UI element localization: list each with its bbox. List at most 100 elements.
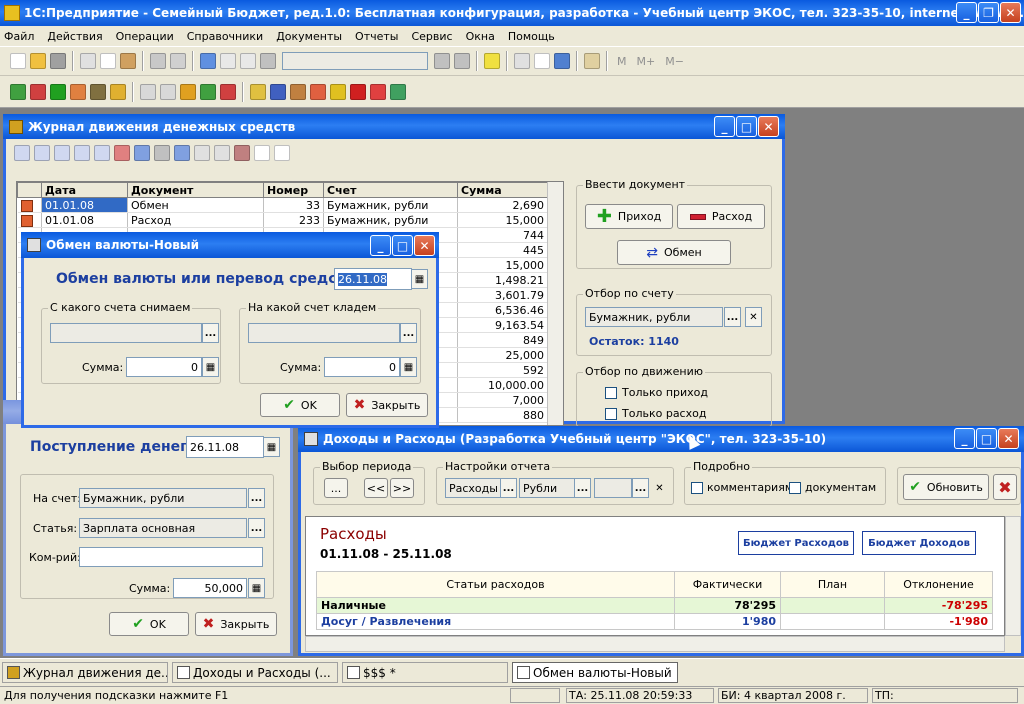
detail-docs-checkbox[interactable]: документам: [789, 481, 876, 494]
exchange-maximize-button[interactable]: □: [392, 235, 413, 256]
text-icon[interactable]: [554, 53, 570, 69]
income-account-field[interactable]: Бумажник, рубли: [79, 488, 247, 508]
grid-icon[interactable]: [310, 83, 326, 100]
income-article-field[interactable]: Зарплата основная: [79, 518, 247, 538]
menu-service[interactable]: Сервис: [411, 30, 452, 43]
menu-windows[interactable]: Окна: [466, 30, 495, 43]
task-report[interactable]: Доходы и Расходы (...: [172, 662, 338, 683]
column-header[interactable]: Номер: [263, 182, 324, 198]
income-button[interactable]: ✚ Приход: [585, 204, 673, 229]
tools-icon[interactable]: [390, 83, 406, 100]
exchange-calendar-button[interactable]: ▦: [411, 269, 428, 289]
journal-vertical-scrollbar[interactable]: [547, 182, 563, 425]
convert-icon[interactable]: [200, 83, 216, 100]
report-account-clear-button[interactable]: ✕: [651, 478, 668, 498]
journal-maximize-button[interactable]: □: [736, 116, 757, 137]
report-currency-select-button[interactable]: ...: [574, 478, 591, 498]
save-icon[interactable]: [50, 53, 66, 69]
find-icon[interactable]: [260, 53, 276, 69]
exchange-close-dialog-button[interactable]: ✖ Закрыть: [346, 393, 428, 417]
from-sum-field[interactable]: 0: [126, 357, 202, 377]
only-income-checkbox[interactable]: Только приход: [605, 386, 708, 399]
book-icon[interactable]: [584, 53, 600, 69]
memory-button-m-plus[interactable]: M+: [637, 55, 656, 68]
expense-button[interactable]: Расход: [677, 204, 765, 229]
journal-filter-off-icon[interactable]: [194, 145, 210, 161]
income-doc-icon[interactable]: [10, 83, 26, 100]
journal-whatsthis-icon[interactable]: [274, 145, 290, 161]
report-type-select-button[interactable]: ...: [500, 478, 517, 498]
new-icon[interactable]: [10, 53, 26, 69]
to-sum-field[interactable]: 0: [324, 357, 400, 377]
journal-add-icon[interactable]: [14, 145, 30, 161]
income-comment-field[interactable]: [79, 547, 263, 567]
car-icon[interactable]: [350, 83, 366, 100]
income-close-button[interactable]: ✖ Закрыть: [195, 612, 277, 636]
report-sheet[interactable]: Расходы 01.11.08 - 25.11.08 Бюджет Расхо…: [305, 516, 1005, 636]
help-icon[interactable]: [484, 53, 500, 69]
to-account-select-button[interactable]: ...: [400, 323, 417, 343]
report-close-x-button[interactable]: ✖: [993, 474, 1017, 500]
memory-button-m-minus[interactable]: M−: [665, 55, 684, 68]
from-account-field[interactable]: [50, 323, 202, 343]
exchange-date-field[interactable]: 26.11.08: [334, 268, 412, 290]
find-next-icon[interactable]: [434, 53, 450, 69]
table-row[interactable]: Наличные 78'295 -78'295: [316, 597, 993, 614]
menu-file[interactable]: Файл: [4, 30, 34, 43]
period-next-button[interactable]: >>: [390, 478, 414, 498]
journal-copy-icon[interactable]: [34, 145, 50, 161]
journal-minimize-button[interactable]: _: [714, 116, 735, 137]
income-calendar-button[interactable]: ▦: [263, 437, 280, 457]
income-account-select-button[interactable]: ...: [248, 488, 265, 508]
report-account-field[interactable]: [594, 478, 632, 498]
report-close-button[interactable]: ✕: [998, 428, 1019, 449]
income-date-field[interactable]: 26.11.08: [186, 436, 264, 458]
report-currency-field[interactable]: Рубли: [519, 478, 575, 498]
report-minimize-button[interactable]: _: [954, 428, 975, 449]
arrow-icon[interactable]: [220, 83, 236, 100]
journal-search-icon[interactable]: [54, 145, 70, 161]
table-row[interactable]: 01.01.08 Обмен 33 Бумажник, рубли 2,690: [17, 197, 548, 213]
minus-icon[interactable]: [160, 83, 176, 100]
search-combo[interactable]: [282, 52, 428, 70]
money-icon[interactable]: [70, 83, 86, 100]
filter-account-select-button[interactable]: ...: [724, 307, 741, 327]
exchange-ok-button[interactable]: ✔ OK: [260, 393, 340, 417]
memory-button-m[interactable]: M: [617, 55, 627, 68]
transfer-icon[interactable]: [180, 83, 196, 100]
journal-refresh-icon[interactable]: [214, 145, 230, 161]
app-minimize-button[interactable]: _: [956, 2, 977, 23]
income-sum-field[interactable]: 50,000: [173, 578, 247, 598]
journal-move-icon[interactable]: [94, 145, 110, 161]
table-row[interactable]: Досуг / Развлечения 1'980 -1'980: [316, 613, 993, 630]
undo-icon[interactable]: [220, 53, 236, 69]
column-header[interactable]: Сумма: [457, 182, 548, 198]
exchange-button[interactable]: ⇄ Обмен: [617, 240, 731, 265]
alert-icon[interactable]: [370, 83, 386, 100]
from-sum-calculator-button[interactable]: ▦: [202, 357, 219, 377]
column-header[interactable]: Счет: [323, 182, 458, 198]
journal-filter-icon[interactable]: [174, 145, 190, 161]
journal-edit-icon[interactable]: [74, 145, 90, 161]
scales-icon[interactable]: [270, 83, 286, 100]
journal-range-icon[interactable]: [134, 145, 150, 161]
period-select-button[interactable]: ...: [324, 478, 348, 498]
copy-icon[interactable]: [100, 53, 116, 69]
to-account-field[interactable]: [248, 323, 400, 343]
journal-help-icon[interactable]: [254, 145, 270, 161]
journal-tree-icon[interactable]: [154, 145, 170, 161]
only-expense-checkbox[interactable]: Только расход: [605, 407, 706, 420]
menu-documents[interactable]: Документы: [276, 30, 342, 43]
menu-help[interactable]: Помощь: [508, 30, 555, 43]
table-icon[interactable]: [534, 53, 550, 69]
person-icon[interactable]: [290, 83, 306, 100]
print-icon[interactable]: [150, 53, 166, 69]
app-close-button[interactable]: ✕: [1000, 2, 1021, 23]
calendar-icon[interactable]: [200, 53, 216, 69]
table-row[interactable]: 01.01.08 Расход 233 Бумажник, рубли 15,0…: [17, 212, 548, 228]
exchange-minimize-button[interactable]: _: [370, 235, 391, 256]
cut-icon[interactable]: [80, 53, 96, 69]
paste-icon[interactable]: [120, 53, 136, 69]
redo-icon[interactable]: [240, 53, 256, 69]
plus-icon[interactable]: [140, 83, 156, 100]
